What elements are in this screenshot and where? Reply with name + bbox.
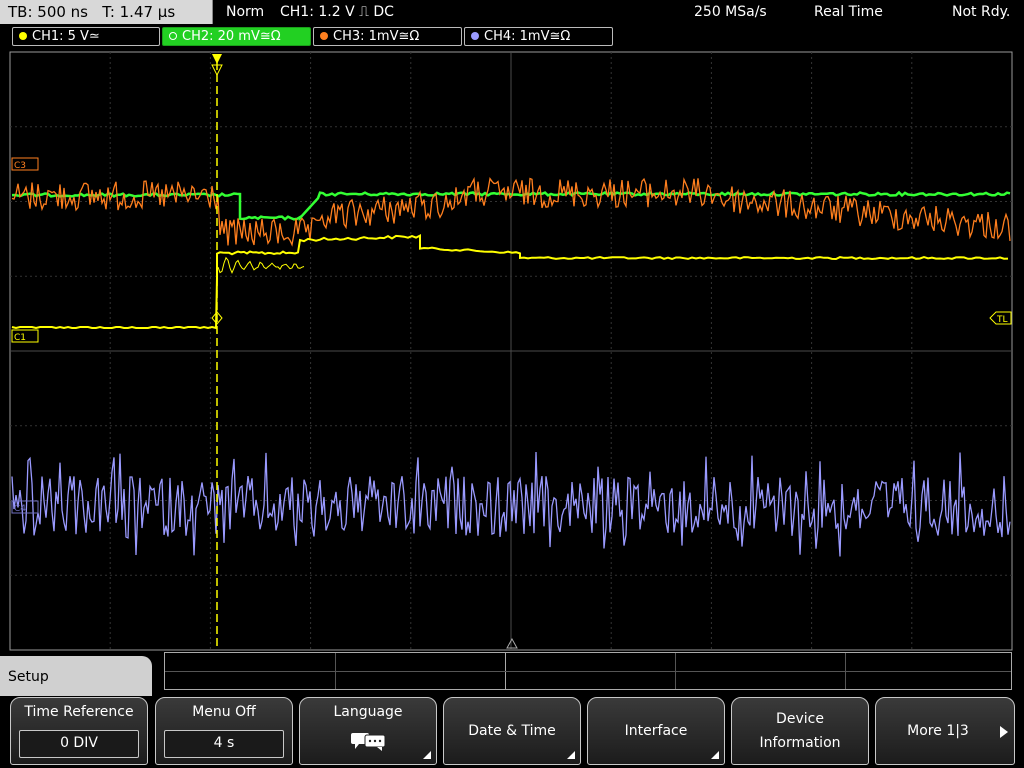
language-button[interactable]: Language [299, 697, 437, 765]
ch4-label: CH4: 1mV≅Ω [484, 29, 571, 44]
sample-rate: 250 MSa/s [694, 4, 767, 20]
ch3-label: CH3: 1mV≅Ω [333, 29, 420, 44]
time-reference-value: 0 DIV [19, 730, 139, 758]
ch1-marker-label: C1 [14, 333, 26, 343]
submenu-corner-icon [423, 751, 431, 759]
channel-tab-ch2[interactable]: CH2: 20 mV≅Ω [162, 27, 311, 46]
interface-button[interactable]: Interface [587, 697, 725, 765]
channel-tab-ch1[interactable]: CH1: 5 V≃ [12, 27, 160, 46]
ch1-label: CH1: 5 V≃ [32, 29, 100, 44]
menu-off-button[interactable]: Menu Off 4 s [155, 697, 293, 765]
timebase-readout[interactable]: TB: 500 ns T: 1.47 µs [0, 0, 213, 24]
language-label: Language [333, 704, 403, 720]
time-reference-button[interactable]: Time Reference 0 DIV [10, 697, 148, 765]
channel-bar: CH1: 5 V≃ CH2: 20 mV≅Ω CH3: 1mV≅Ω CH4: 1… [0, 26, 1024, 48]
speech-bubbles-icon [351, 733, 386, 751]
next-page-arrow-icon [1000, 726, 1008, 738]
ch2-color-dot [169, 32, 177, 40]
ch2-label: CH2: 20 mV≅Ω [182, 29, 281, 44]
trigger-state: Not Rdy. [952, 4, 1011, 20]
menu-title: Setup [0, 656, 152, 696]
ch1-color-dot [19, 32, 27, 40]
menu-off-label: Menu Off [192, 704, 256, 720]
trigger-mode[interactable]: Norm [226, 0, 264, 24]
interface-label: Interface [624, 723, 688, 739]
more-button[interactable]: More 1|3 [875, 697, 1015, 765]
ch3-marker-label: C3 [14, 161, 26, 171]
ch4-marker-label: C4 [14, 504, 26, 514]
channel-tab-ch4[interactable]: CH4: 1mV≅Ω [464, 27, 613, 46]
device-information-button[interactable]: Device Information [731, 697, 869, 765]
menu-off-value: 4 s [164, 730, 284, 758]
ch4-color-dot [471, 32, 479, 40]
submenu-corner-icon [711, 751, 719, 759]
trigger-settings[interactable]: CH1: 1.2 V ⎍ DC [280, 0, 394, 24]
submenu-corner-icon [567, 751, 575, 759]
waveform-display[interactable]: C3 C1 C4 TL [0, 48, 1024, 652]
date-time-label: Date & Time [468, 723, 556, 739]
time-reference-label: Time Reference [24, 704, 134, 720]
date-time-button[interactable]: Date & Time [443, 697, 581, 765]
mini-overview-grid [164, 652, 1012, 690]
acquisition-mode: Real Time [814, 4, 883, 20]
status-bar: TB: 500 ns T: 1.47 µs Norm CH1: 1.2 V ⎍ … [0, 0, 1024, 25]
trigger-level-label: TL [996, 315, 1008, 325]
device-information-label: Device Information [759, 711, 841, 751]
ch3-ground-marker[interactable]: C3 [11, 157, 39, 171]
ch3-color-dot [320, 32, 328, 40]
ch1-ground-marker[interactable]: C1 [11, 329, 39, 343]
more-label: More 1|3 [907, 723, 969, 739]
channel-tab-ch3[interactable]: CH3: 1mV≅Ω [313, 27, 462, 46]
